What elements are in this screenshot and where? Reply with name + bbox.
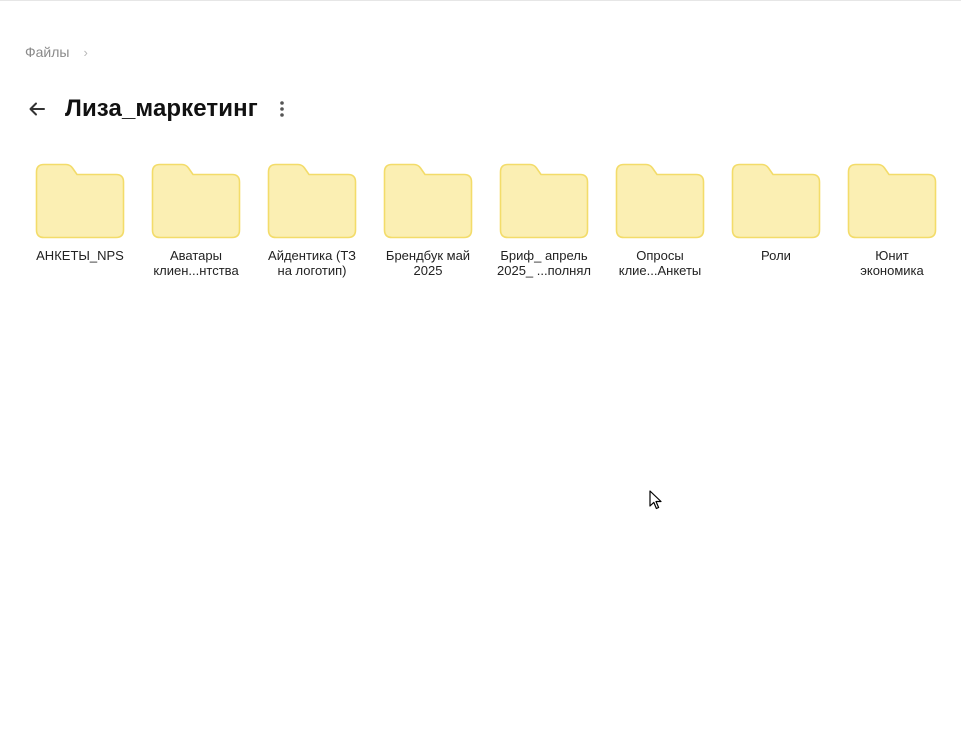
folder-icon xyxy=(615,163,705,239)
breadcrumb: Файлы › xyxy=(25,44,88,60)
folder-name: Бриф_ апрель 2025_ ...полнял xyxy=(497,248,591,278)
folder-grid: АНКЕТЫ_NPS Аватары клиен...нтства Айдентик… xyxy=(22,160,950,278)
vertical-dots-icon xyxy=(279,101,284,117)
folder-item[interactable]: Опросы клие...Анкеты xyxy=(602,160,718,278)
folder-name: Роли xyxy=(761,248,791,263)
folder-name: Аватары клиен...нтства xyxy=(153,248,239,278)
breadcrumb-item-files[interactable]: Файлы xyxy=(25,44,69,60)
page-header: Лиза_маркетинг xyxy=(25,92,290,126)
folder-icon xyxy=(731,163,821,239)
back-button[interactable] xyxy=(25,97,49,121)
folder-item[interactable]: Роли xyxy=(718,160,834,278)
page-title: Лиза_маркетинг xyxy=(65,95,258,122)
folder-item[interactable]: Юнит экономика xyxy=(834,160,950,278)
folder-icon xyxy=(267,163,357,239)
folder-item[interactable]: АНКЕТЫ_NPS xyxy=(22,160,138,278)
folder-name: Брендбук май 2025 xyxy=(385,248,471,278)
arrow-left-icon xyxy=(29,102,45,116)
folder-icon xyxy=(151,163,241,239)
folder-icon xyxy=(383,163,473,239)
folder-item[interactable]: Аватары клиен...нтства xyxy=(138,160,254,278)
folder-item[interactable]: Брендбук май 2025 xyxy=(370,160,486,278)
breadcrumb-separator: › xyxy=(83,44,88,60)
folder-name: АНКЕТЫ_NPS xyxy=(36,248,124,263)
folder-item[interactable]: Айдентика (ТЗ на логотип) xyxy=(254,160,370,278)
top-divider xyxy=(0,0,961,1)
folder-icon xyxy=(35,163,125,239)
folder-item[interactable]: Бриф_ апрель 2025_ ...полнял xyxy=(486,160,602,278)
more-options-button[interactable] xyxy=(274,97,290,121)
mouse-cursor-icon xyxy=(649,490,662,510)
folder-name: Юнит экономика xyxy=(860,248,924,278)
folder-name: Опросы клие...Анкеты xyxy=(618,248,702,278)
folder-icon xyxy=(499,163,589,239)
folder-name: Айдентика (ТЗ на логотип) xyxy=(268,248,356,278)
folder-icon xyxy=(847,163,937,239)
